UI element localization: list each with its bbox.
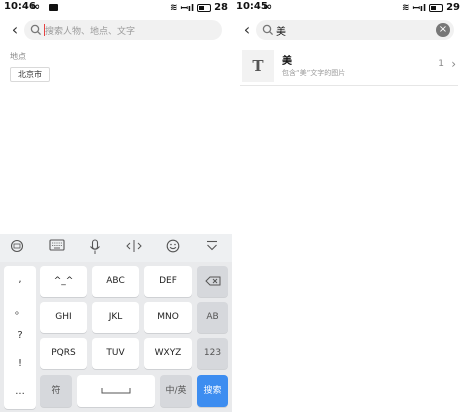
key-backspace[interactable]	[197, 266, 228, 297]
key-wxyz[interactable]: WXYZ	[144, 338, 192, 369]
symbol-question[interactable]: ?	[4, 330, 36, 341]
signal-icon: ꟷıl	[180, 4, 195, 14]
key-def[interactable]: DEF	[144, 266, 192, 297]
text-type-icon: T	[242, 50, 274, 82]
key-123[interactable]: 123	[197, 338, 228, 369]
status-bar: 10:46 ∞ ≋ ꟷıl 28	[0, 0, 232, 14]
location-section-label: 地点	[10, 52, 26, 61]
keyboard-icon[interactable]	[48, 239, 66, 257]
search-icon	[262, 24, 274, 36]
signal-icon: ꟷıl	[412, 4, 427, 14]
wifi-icon: ≋	[170, 2, 178, 13]
result-count: 1	[438, 59, 444, 69]
symbol-comma[interactable]: ,	[4, 274, 36, 285]
battery-icon	[429, 3, 444, 12]
space-icon	[101, 387, 131, 393]
battery-level: 29	[446, 2, 460, 13]
left-screen: 10:46 ∞ ≋ ꟷıl 28 ‹ 搜索人物、地点、文字 地点 北京市 , 。…	[0, 0, 232, 412]
search-bar: ‹ 美 ×	[232, 16, 464, 44]
key-ab[interactable]: AB	[197, 302, 228, 333]
emoji-icon[interactable]	[164, 239, 182, 257]
key-lang-switch[interactable]: 中/英	[160, 375, 192, 407]
search-value: 美	[276, 27, 286, 38]
symbol-ellipsis[interactable]: ...	[4, 386, 36, 397]
result-subtitle: 包含“美”文字的图片	[282, 69, 346, 77]
result-row[interactable]: T 美 包含“美”文字的图片 1 ›	[240, 48, 458, 86]
search-placeholder: 搜索人物、地点、文字	[45, 27, 136, 37]
key-search[interactable]: 搜索	[197, 375, 228, 407]
status-right: ≋ ꟷıl 28	[170, 1, 228, 14]
back-arrow-icon[interactable]: ‹	[6, 20, 24, 40]
backspace-icon	[204, 276, 220, 285]
key-space[interactable]	[77, 375, 155, 407]
key-pqrs[interactable]: PQRS	[40, 338, 87, 369]
status-bar: 10:45 ∞ ≋ ꟷıl 29	[232, 0, 464, 14]
result-title: 美	[282, 56, 292, 67]
key-tuv[interactable]: TUV	[92, 338, 139, 369]
cursor-icon[interactable]	[125, 239, 143, 257]
symbol-column[interactable]: , 。 ? ! ...	[4, 266, 36, 409]
status-right: ≋ ꟷıl 29	[402, 1, 460, 14]
search-input[interactable]: 美 ×	[256, 20, 454, 40]
wifi-icon: ≋	[402, 2, 410, 13]
back-arrow-icon[interactable]: ‹	[238, 20, 256, 40]
key-symbols[interactable]: 符	[40, 375, 72, 407]
symbol-period[interactable]: 。	[4, 302, 36, 317]
key-mno[interactable]: MNO	[144, 302, 192, 333]
keyboard-toolbar	[0, 234, 232, 262]
mic-icon[interactable]	[86, 239, 104, 257]
right-screen: 10:45 ∞ ≋ ꟷıl 29 ‹ 美 × T 美 包含“美”文字的图片 1 …	[232, 0, 464, 412]
clear-icon[interactable]: ×	[436, 23, 450, 37]
infinity-icon: ∞	[31, 0, 41, 13]
battery-level: 28	[214, 2, 228, 13]
keyboard-switch-icon[interactable]	[8, 239, 26, 257]
message-icon	[49, 4, 58, 11]
infinity-icon: ∞	[263, 0, 273, 13]
search-bar: ‹ 搜索人物、地点、文字	[0, 16, 232, 44]
battery-icon	[197, 3, 212, 12]
key-abc[interactable]: ABC	[92, 266, 139, 297]
location-chip[interactable]: 北京市	[10, 67, 50, 82]
search-icon	[30, 24, 42, 36]
key-ghi[interactable]: GHI	[40, 302, 87, 333]
key-emoticon[interactable]: ^_^	[40, 266, 87, 297]
symbol-exclaim[interactable]: !	[4, 358, 36, 369]
search-input[interactable]: 搜索人物、地点、文字	[24, 20, 222, 40]
keyboard: , 。 ? ! ... ^_^ ABC DEF GHI JKL MNO AB P…	[0, 234, 232, 412]
chevron-right-icon: ›	[451, 57, 456, 71]
key-jkl[interactable]: JKL	[92, 302, 139, 333]
collapse-icon[interactable]	[203, 239, 221, 257]
